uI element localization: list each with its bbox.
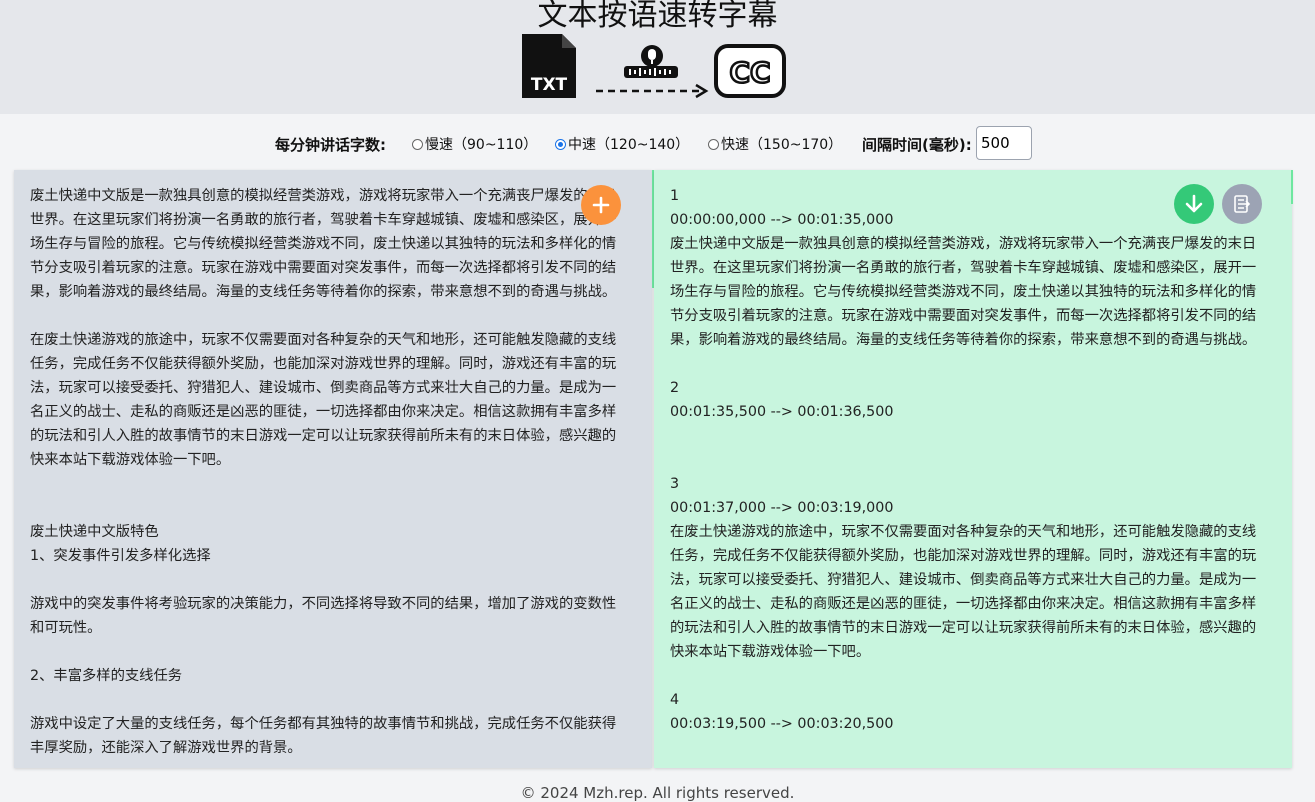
subtitle-text[interactable]: 1 00:00:00,000 --> 00:01:35,000 废土快递中文版是… (670, 184, 1266, 736)
copy-button[interactable] (1222, 184, 1262, 224)
page-title: 文本按语速转字幕 (537, 0, 778, 33)
output-scrollbar[interactable] (1291, 170, 1293, 204)
header: 文本按语速转字幕 TXT CC (0, 0, 1315, 114)
radio-fast[interactable]: 快速（150~170） (708, 134, 842, 154)
radio-fast-label: 快速（150~170） (721, 137, 843, 153)
radio-slow-indicator[interactable] (412, 138, 423, 150)
download-button[interactable] (1174, 184, 1214, 224)
radio-medium-label: 中速（120~140） (568, 137, 690, 153)
add-button[interactable] (581, 185, 621, 225)
interval-label: 间隔时间(毫秒): (862, 136, 972, 154)
radio-fast-indicator[interactable] (708, 138, 719, 150)
radio-slow-label: 慢速（90~110） (425, 137, 538, 153)
logo-txt-label: TXT (531, 75, 568, 95)
logo-cc-label: CC (729, 56, 770, 89)
source-text[interactable]: 废土快递中文版是一款独具创意的模拟经营类游戏，游戏将玩家带入一个充满丧尸爆发的末… (30, 184, 626, 760)
rate-label: 每分钟讲话字数: (275, 136, 386, 154)
radio-medium[interactable]: 中速（120~140） (555, 134, 689, 154)
footer: © 2024 Mzh.rep. All rights reserved. (520, 784, 795, 802)
plus-icon (592, 196, 610, 214)
radio-slow[interactable]: 慢速（90~110） (412, 134, 537, 154)
txt-to-cc-logo: TXT CC (522, 34, 786, 99)
source-text-area[interactable]: 废土快递中文版是一款独具创意的模拟经营类游戏，游戏将玩家带入一个充满丧尸爆发的末… (14, 170, 652, 768)
radio-medium-indicator[interactable] (555, 138, 566, 150)
subtitle-output-area[interactable]: 1 00:00:00,000 --> 00:01:35,000 废土快递中文版是… (654, 170, 1292, 768)
interval-input[interactable] (976, 126, 1032, 160)
download-icon (1185, 194, 1203, 213)
settings-bar: 每分钟讲话字数: 慢速（90~110） 中速（120~140） 快速（150~1… (0, 126, 1315, 160)
copy-icon (1234, 195, 1251, 213)
